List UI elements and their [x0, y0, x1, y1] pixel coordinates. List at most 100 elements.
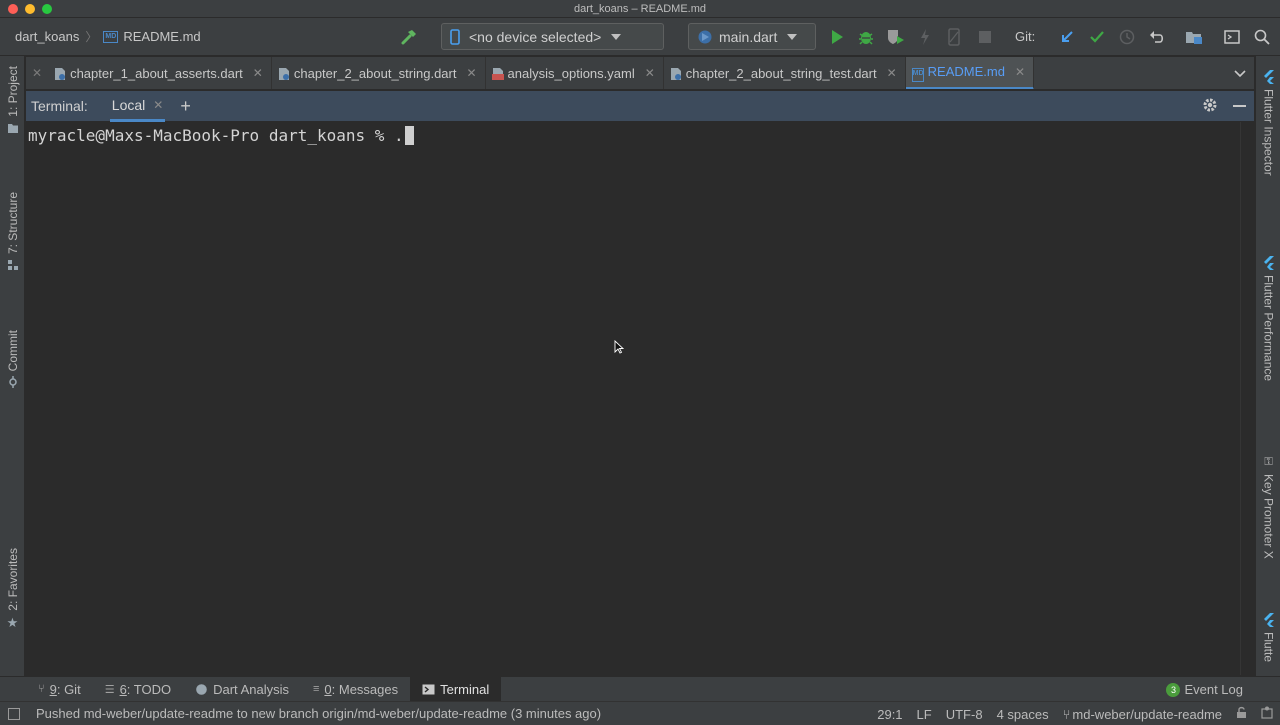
- tool-tab-git[interactable]: ⑂ 9: Git: [26, 677, 93, 702]
- git-branch-widget[interactable]: md-weber/update-readme: [1072, 707, 1229, 722]
- run-anything-icon[interactable]: [1220, 18, 1244, 56]
- git-rollback-icon[interactable]: [1145, 18, 1169, 56]
- close-window-button[interactable]: [8, 4, 18, 14]
- tool-tab-label: : Messages: [331, 681, 399, 697]
- line-ending[interactable]: LF: [910, 707, 939, 722]
- terminal-output[interactable]: myracle@Maxs-MacBook-Pro dart_koans % .: [26, 122, 1254, 675]
- dart-file-icon: [278, 67, 289, 80]
- tool-tab-flutter-outline[interactable]: Flutte: [1256, 613, 1280, 662]
- tool-tab-todo[interactable]: ☰ 6: TODO: [93, 677, 183, 702]
- main-toolbar: dart_koans 〉 MD README.md <no device sel…: [0, 18, 1280, 56]
- breadcrumb-file[interactable]: README.md: [123, 29, 200, 44]
- status-widgets: 29:1 LF UTF-8 4 spaces ⑂ md-weber/update…: [870, 702, 1280, 725]
- tool-tab-flutter-performance-label: Flutter Performance: [1261, 275, 1276, 382]
- key-icon: ⚿: [1264, 456, 1273, 468]
- git-update-arrow-icon[interactable]: [1055, 18, 1079, 56]
- commit-icon: [8, 376, 17, 389]
- git-label: Git:: [1015, 29, 1036, 44]
- build-hammer-icon[interactable]: [397, 18, 421, 56]
- git-commit-check-icon[interactable]: [1085, 18, 1109, 56]
- terminal-tab-label: Local: [111, 96, 146, 113]
- editor-tab[interactable]: chapter_2_about_string_test.dart ✕: [664, 57, 906, 89]
- device-manager-icon[interactable]: [942, 18, 966, 56]
- tool-tab-number: 6: [119, 681, 127, 697]
- terminal-scrollbar[interactable]: [1240, 122, 1254, 675]
- editor-tab-label: README.md: [927, 64, 1005, 79]
- tool-tab-project[interactable]: 1: Project: [0, 66, 25, 134]
- breadcrumb: dart_koans 〉 MD README.md: [0, 28, 201, 45]
- breadcrumb-project[interactable]: dart_koans: [15, 29, 79, 44]
- memory-indicator-icon[interactable]: [1254, 706, 1280, 722]
- terminal-header: Terminal: Local ✕ +: [26, 91, 1254, 122]
- minimize-panel-icon[interactable]: [1233, 105, 1246, 107]
- close-icon[interactable]: ✕: [253, 66, 263, 80]
- close-icon[interactable]: ✕: [645, 66, 655, 80]
- editor-tab[interactable]: chapter_1_about_asserts.dart ✕: [48, 57, 272, 89]
- tool-tab-dart-analysis[interactable]: Dart Analysis: [183, 677, 301, 702]
- run-icon[interactable]: [825, 18, 849, 56]
- device-selector-label: <no device selected>: [469, 28, 602, 45]
- device-selector-dropdown[interactable]: <no device selected>: [441, 23, 664, 50]
- git-history-clock-icon[interactable]: [1115, 18, 1139, 56]
- close-icon[interactable]: ✕: [887, 66, 897, 80]
- tool-tab-terminal[interactable]: Terminal: [410, 676, 502, 702]
- markdown-file-icon: MD: [103, 30, 119, 43]
- left-tool-window-strip: 1: Project 7: Structure Commit 2: Favori…: [0, 56, 25, 676]
- tool-tab-number: 0: [324, 681, 332, 697]
- editor-tab[interactable]: analysis_options.yaml ✕: [486, 57, 664, 89]
- show-all-tabs-chevron-icon[interactable]: [1234, 66, 1246, 81]
- window-title: dart_koans – README.md: [573, 3, 707, 15]
- structure-icon: [7, 260, 18, 271]
- editor-tab-active[interactable]: MD README.md ✕: [905, 57, 1035, 89]
- minimize-window-button[interactable]: [25, 4, 35, 14]
- breadcrumb-separator-icon: 〉: [85, 30, 98, 44]
- tool-tab-favorites[interactable]: 2: Favorites ★: [0, 548, 25, 631]
- debug-bug-icon[interactable]: [854, 18, 878, 56]
- flutter-icon: [1263, 613, 1274, 627]
- search-everywhere-icon[interactable]: [1250, 18, 1274, 56]
- run-with-coverage-icon[interactable]: [884, 18, 908, 56]
- tool-tab-key-promoter[interactable]: ⚿ Key Promoter X: [1256, 456, 1280, 559]
- indent-setting[interactable]: 4 spaces: [990, 707, 1056, 722]
- phone-icon: [450, 28, 460, 45]
- tool-tab-commit-label: Commit: [5, 330, 20, 372]
- tool-tab-structure[interactable]: 7: Structure: [0, 192, 25, 271]
- text-cursor: [404, 126, 414, 145]
- new-terminal-plus-icon[interactable]: +: [180, 96, 191, 117]
- tool-tab-key-promoter-label: Key Promoter X: [1261, 474, 1276, 559]
- close-icon[interactable]: ✕: [26, 66, 48, 80]
- tool-tab-commit[interactable]: Commit: [0, 330, 25, 389]
- folder-icon: [7, 123, 18, 133]
- flutter-icon: [1263, 256, 1274, 270]
- close-icon[interactable]: ✕: [466, 66, 476, 80]
- tool-tab-flutter-performance[interactable]: Flutter Performance: [1256, 256, 1280, 381]
- run-config-dropdown[interactable]: main.dart: [688, 23, 816, 50]
- file-encoding[interactable]: UTF-8: [939, 707, 990, 722]
- status-message[interactable]: Pushed md-weber/update-readme to new bra…: [36, 702, 601, 725]
- window-title-bar: dart_koans – README.md: [0, 0, 1280, 18]
- hot-reload-icon[interactable]: [913, 18, 937, 56]
- terminal-icon: [422, 684, 435, 694]
- maximize-window-button[interactable]: [42, 4, 52, 14]
- caret-position[interactable]: 29:1: [870, 707, 909, 722]
- dart-icon: [196, 683, 207, 695]
- flutter-icon: [1263, 70, 1274, 84]
- stop-icon[interactable]: [973, 18, 997, 56]
- toggle-tool-windows-icon[interactable]: [8, 708, 20, 720]
- list-icon: ☰: [104, 683, 115, 696]
- event-log-button[interactable]: 3 Event Log: [1166, 677, 1243, 702]
- tool-tab-favorites-label: 2: Favorites: [5, 548, 20, 611]
- tool-tab-label: : Git: [56, 681, 81, 697]
- lock-icon[interactable]: [1229, 706, 1254, 722]
- tool-tab-flutter-inspector[interactable]: Flutter Inspector: [1256, 70, 1280, 176]
- bottom-tool-window-bar: ⑂ 9: Git ☰ 6: TODO Dart Analysis ≡ 0: Me…: [0, 676, 1280, 702]
- close-icon[interactable]: ✕: [1015, 65, 1025, 79]
- terminal-tab-local[interactable]: Local ✕: [109, 91, 166, 122]
- editor-tab[interactable]: chapter_2_about_string.dart ✕: [272, 57, 486, 89]
- tool-tab-label: Dart Analysis: [213, 681, 289, 697]
- markdown-file-icon: MD: [911, 67, 924, 82]
- close-icon[interactable]: ✕: [153, 98, 163, 112]
- project-structure-folder-icon[interactable]: [1182, 18, 1206, 56]
- gear-icon[interactable]: [1202, 97, 1218, 116]
- tool-tab-messages[interactable]: ≡ 0: Messages: [301, 677, 410, 702]
